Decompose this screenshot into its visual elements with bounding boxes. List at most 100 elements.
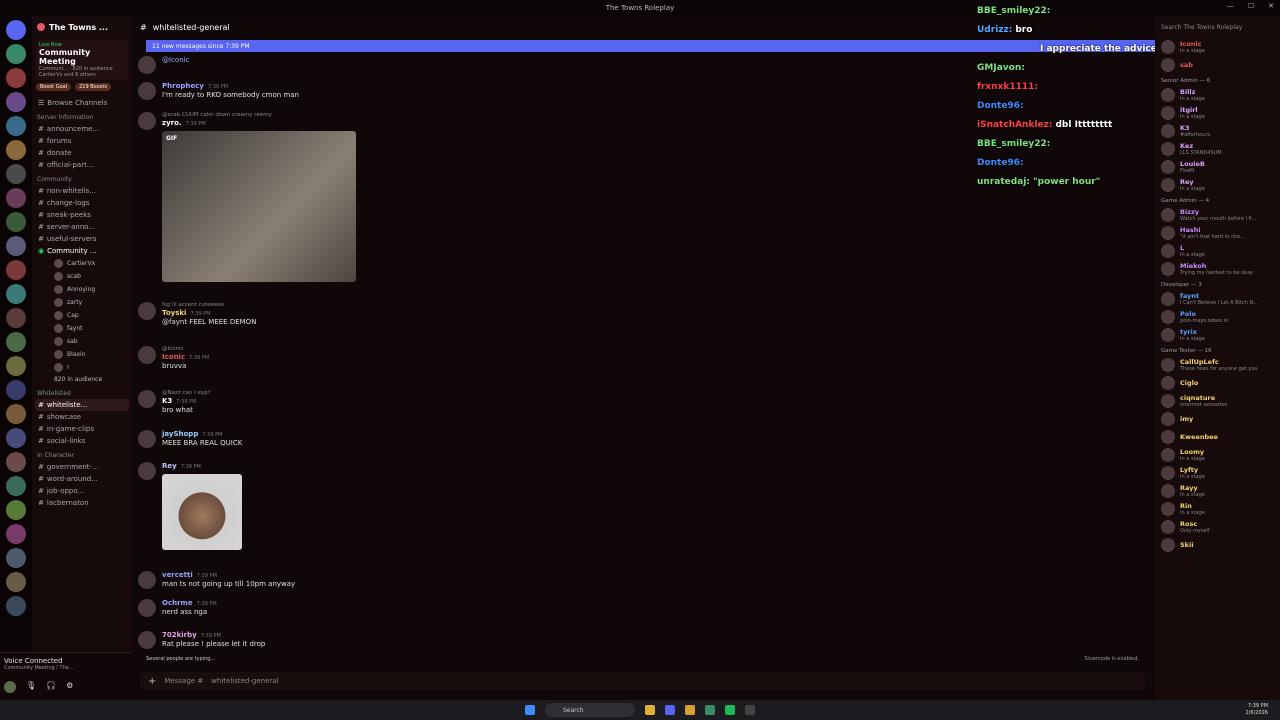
server-header[interactable]: The Towns ... <box>32 16 132 38</box>
reply-preview[interactable]: fsg lil accent cuteeeee <box>162 302 256 308</box>
category-community[interactable]: Community <box>32 171 132 185</box>
server-icon[interactable] <box>6 140 26 160</box>
member-item[interactable]: Ciglo <box>1155 374 1280 392</box>
avatar[interactable] <box>138 390 156 408</box>
server-icon[interactable] <box>6 188 26 208</box>
member-item[interactable]: L In a stage <box>1155 242 1280 260</box>
author-name[interactable]: vercetti 7:39 PM <box>162 571 295 579</box>
member-item[interactable]: sab <box>1155 56 1280 74</box>
author-name[interactable]: Rey 7:39 PM <box>162 462 242 470</box>
channel-item[interactable]: # whiteliste... <box>35 399 129 411</box>
clock[interactable]: 7:39 PM 2/6/2026 <box>1246 703 1268 717</box>
avatar[interactable] <box>138 430 156 448</box>
member-item[interactable]: ciqnature interrnet sensation <box>1155 392 1280 410</box>
member-item[interactable]: itgirl In a stage <box>1155 104 1280 122</box>
server-icon[interactable] <box>6 500 26 520</box>
member-item[interactable]: LouieB FiveM <box>1155 158 1280 176</box>
server-icon[interactable] <box>6 212 26 232</box>
stage-user[interactable]: CartierVx <box>32 257 132 270</box>
member-item[interactable]: CallUpLefc These hoes for anyone get you <box>1155 356 1280 374</box>
server-icon[interactable] <box>6 404 26 424</box>
server-icon[interactable] <box>6 548 26 568</box>
channel-item[interactable]: # showcase <box>32 411 132 423</box>
member-item[interactable]: Lyfty In a stage <box>1155 464 1280 482</box>
channel-item[interactable]: # donate <box>32 147 132 159</box>
member-item[interactable]: Miekoh Trying my hardest to be okay <box>1155 260 1280 278</box>
channel-item[interactable]: # word-around... <box>32 473 132 485</box>
windows-start-icon[interactable] <box>525 705 535 715</box>
author-name[interactable]: Phrophecy 7:39 PM <box>162 82 299 90</box>
channel-item[interactable]: # lacbernaton <box>32 497 132 509</box>
channel-item[interactable]: # job-oppo... <box>32 485 132 497</box>
author-name[interactable]: Ochrme 7:39 PM <box>162 599 217 607</box>
server-icon[interactable] <box>6 20 26 40</box>
author-name[interactable]: 702kirby 7:39 PM <box>162 631 265 639</box>
obs-icon[interactable] <box>745 705 755 715</box>
author-name[interactable]: jayShopp 7:39 PM <box>162 430 242 438</box>
channel-item[interactable]: # announceme... <box>32 123 132 135</box>
channel-item[interactable]: # social-links <box>32 435 132 447</box>
avatar[interactable] <box>138 599 156 617</box>
server-icon[interactable] <box>6 44 26 64</box>
message-composer[interactable]: + Message # whitelisted-general <box>140 672 1145 690</box>
server-icon[interactable] <box>6 452 26 472</box>
member-item[interactable]: tyrix In a stage <box>1155 326 1280 344</box>
avatar[interactable] <box>138 346 156 364</box>
channel-item[interactable]: # sneak-peeks <box>32 209 132 221</box>
chrome-icon[interactable] <box>645 705 655 715</box>
server-icon[interactable] <box>6 428 26 448</box>
taskbar-search[interactable]: Search <box>545 703 635 717</box>
stage-user[interactable]: Cap <box>32 309 132 322</box>
member-item[interactable]: faynt I Can't Believe I Let A Bitch N... <box>1155 290 1280 308</box>
author-name[interactable]: K3 7:39 PM <box>162 397 211 405</box>
avatar[interactable] <box>138 82 156 100</box>
stage-channel[interactable]: ◉ Community ... <box>32 245 132 257</box>
headphones-icon[interactable]: 🎧 <box>46 681 56 693</box>
avatar[interactable] <box>138 112 156 130</box>
channel-item[interactable]: # official-part... <box>32 159 132 171</box>
stage-user[interactable]: r <box>32 361 132 374</box>
server-icon[interactable] <box>6 308 26 328</box>
server-icon[interactable] <box>6 596 26 616</box>
member-item[interactable]: Rin In a stage <box>1155 500 1280 518</box>
reply-preview[interactable]: @Nazz can I eyp? <box>162 390 211 396</box>
stage-user[interactable]: sab <box>32 335 132 348</box>
spotify-icon[interactable] <box>725 705 735 715</box>
stage-user[interactable]: zarty <box>32 296 132 309</box>
server-icon[interactable] <box>6 116 26 136</box>
channel-item[interactable]: # in-game-clips <box>32 423 132 435</box>
maximize-icon[interactable]: ☐ <box>1248 2 1254 10</box>
reply-preview[interactable]: @Iconic <box>162 346 209 352</box>
member-item[interactable]: Bizzy Watch your mouth before I fi... <box>1155 206 1280 224</box>
gif-attachment[interactable]: GIF <box>162 131 356 282</box>
channel-item[interactable]: # forums <box>32 135 132 147</box>
boost-goal[interactable]: Boost Goal 219 Boosts <box>36 83 128 91</box>
member-item[interactable]: Hashi "It ain't that hard to cho... <box>1155 224 1280 242</box>
server-icon[interactable] <box>6 380 26 400</box>
server-icon[interactable] <box>6 260 26 280</box>
server-icon[interactable] <box>6 68 26 88</box>
member-item[interactable]: imy <box>1155 410 1280 428</box>
plus-icon[interactable]: + <box>148 676 156 687</box>
member-item[interactable]: Billz In a stage <box>1155 86 1280 104</box>
member-item[interactable]: Iconic In a stage <box>1155 38 1280 56</box>
stage-user[interactable]: faynt <box>32 322 132 335</box>
channel-item[interactable]: # change-logs <box>32 197 132 209</box>
member-item[interactable]: Polo polo-maps.tebex.io <box>1155 308 1280 326</box>
new-messages-bar[interactable]: 11 new messages since 7:39 PM <box>146 40 1155 52</box>
author-name[interactable]: zyro. 7:39 PM <box>162 119 356 127</box>
author-name[interactable]: Toyski 7:39 PM <box>162 309 256 317</box>
stage-user[interactable]: Blaxin <box>32 348 132 361</box>
image-attachment[interactable] <box>162 474 242 550</box>
server-icon[interactable] <box>6 332 26 352</box>
channel-item[interactable]: # useful-servers <box>32 233 132 245</box>
avatar[interactable] <box>138 571 156 589</box>
browse-channels[interactable]: ☰ Browse Channels <box>32 97 132 109</box>
close-icon[interactable]: ✕ <box>1268 2 1274 10</box>
server-icon[interactable] <box>6 92 26 112</box>
channel-item[interactable]: # non-whitelis... <box>32 185 132 197</box>
server-icon[interactable] <box>6 164 26 184</box>
author-name[interactable]: Iconic 7:39 PM <box>162 353 209 361</box>
avatar[interactable] <box>138 56 156 74</box>
live-stage-card[interactable]: Live Now Community Meeting Communi... · … <box>36 40 128 80</box>
